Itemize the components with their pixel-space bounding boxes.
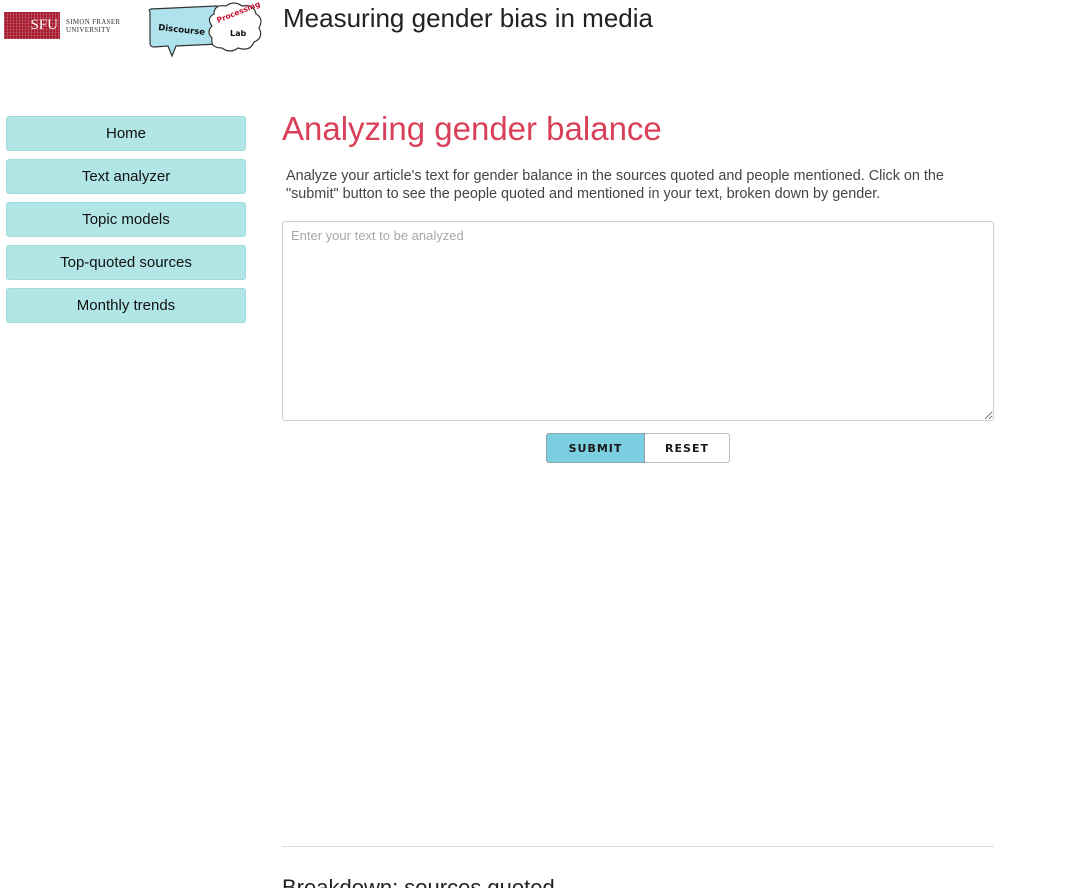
site-title: Measuring gender bias in media — [283, 3, 653, 33]
sidebar-item-text-analyzer[interactable]: Text analyzer — [6, 159, 246, 194]
sidebar-item-topic-models[interactable]: Topic models — [6, 202, 246, 237]
sfu-logo-letters: SFU — [30, 17, 58, 33]
lab-logo-word3: Lab — [230, 29, 246, 38]
submit-button[interactable]: SUBMIT — [546, 433, 645, 463]
page: SFU SIMON FRASER UNIVERSITY Discourse Pr… — [0, 0, 1082, 888]
discourse-processing-lab-logo[interactable]: Discourse Processing Lab — [146, 2, 264, 58]
intro-text: Analyze your article's text for gender b… — [286, 168, 944, 202]
sidebar-nav: Home Text analyzer Topic models Top-quot… — [6, 116, 246, 331]
sfu-logo-name-line1: SIMON FRASER — [66, 17, 121, 26]
reset-button[interactable]: RESET — [645, 433, 730, 463]
sfu-logo[interactable]: SFU SIMON FRASER UNIVERSITY — [4, 12, 120, 39]
article-text-input[interactable] — [282, 221, 994, 421]
sfu-logo-name-line2: UNIVERSITY — [66, 25, 111, 34]
form-button-group: SUBMIT RESET — [546, 433, 730, 463]
section-divider — [282, 846, 994, 847]
page-heading: Analyzing gender balance — [282, 110, 662, 147]
sfu-logo-mark: SFU — [4, 12, 60, 39]
sidebar-item-home[interactable]: Home — [6, 116, 246, 151]
sfu-logo-name: SIMON FRASER UNIVERSITY — [66, 18, 120, 34]
sidebar-item-top-quoted-sources[interactable]: Top-quoted sources — [6, 245, 246, 280]
breakdown-sources-heading: Breakdown: sources quoted — [282, 875, 555, 888]
sidebar-item-monthly-trends[interactable]: Monthly trends — [6, 288, 246, 323]
